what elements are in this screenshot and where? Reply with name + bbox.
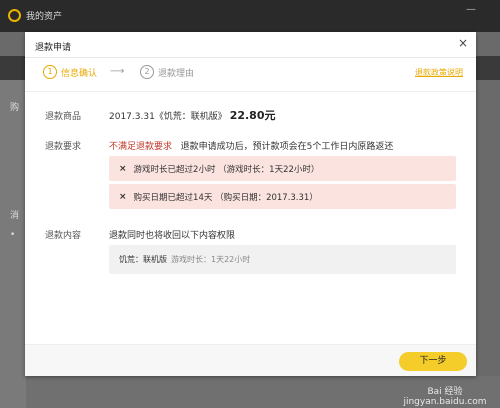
app-logo-icon bbox=[8, 9, 21, 22]
requirement-note: 退款申请成功后，预计款项会在5个工作日内原路返还 bbox=[180, 142, 394, 152]
game-name: 饥荒：联机版 bbox=[119, 255, 167, 264]
step-info-confirm: 1 信息确认 bbox=[43, 65, 97, 79]
refund-policy-link[interactable]: 退款政策说明 bbox=[415, 67, 463, 78]
close-icon: × bbox=[119, 191, 127, 202]
alert-purchase-date: × 购买日期已超过14天 （购买日期：2017.3.31） bbox=[109, 184, 456, 209]
dialog-footer: 下一步 bbox=[25, 345, 476, 376]
app-sidebar: 购 消 • bbox=[0, 80, 26, 408]
divider bbox=[25, 57, 476, 58]
divider bbox=[25, 91, 476, 92]
step-number: 1 bbox=[43, 65, 57, 79]
sidebar-text: 购 bbox=[10, 103, 20, 113]
watermark: Bai 经验 jingyan.baidu.com bbox=[403, 387, 487, 407]
step-number: 2 bbox=[140, 65, 154, 79]
step-label: 信息确认 bbox=[61, 68, 98, 79]
dialog-title: 退款申请 bbox=[35, 43, 72, 53]
requirement-status: 不满足退款要求 bbox=[109, 142, 173, 152]
alert-playtime: × 游戏时长已超过2小时 （游戏时长：1天22小时） bbox=[109, 156, 456, 181]
minimize-button[interactable]: — bbox=[466, 4, 476, 15]
product-name: 2017.3.31《饥荒：联机版》 bbox=[109, 112, 227, 122]
close-icon: × bbox=[119, 163, 127, 174]
close-icon[interactable]: × bbox=[458, 36, 468, 50]
sidebar-text: 消 bbox=[10, 211, 20, 221]
sidebar-bullet: • bbox=[10, 230, 16, 240]
app-titlebar: 我的资产 — bbox=[0, 0, 500, 32]
product-value: 2017.3.31《饥荒：联机版》 22.80元 bbox=[109, 107, 275, 123]
requirement-value: 不满足退款要求 退款申请成功后，预计款项会在5个工作日内原路返还 bbox=[109, 139, 393, 152]
content-item: 饥荒：联机版 游戏时长：1天22小时 bbox=[109, 245, 456, 274]
refund-dialog: 退款申请 × 1 信息确认 ⟶ 2 退款理由 退款政策说明 退款商品 2017.… bbox=[25, 32, 476, 376]
alert-text: 游戏时长已超过2小时 （游戏时长：1天22小时） bbox=[133, 164, 320, 175]
step-refund-reason: 2 退款理由 bbox=[140, 65, 194, 79]
game-playtime: 游戏时长：1天22小时 bbox=[171, 255, 251, 264]
product-label: 退款商品 bbox=[45, 112, 82, 122]
arrow-right-icon: ⟶ bbox=[110, 66, 125, 77]
product-price: 22.80元 bbox=[229, 109, 276, 122]
alert-text: 购买日期已超过14天 （购买日期：2017.3.31） bbox=[133, 192, 318, 203]
next-step-button[interactable]: 下一步 bbox=[399, 352, 467, 371]
content-label: 退款内容 bbox=[45, 231, 82, 241]
requirement-label: 退款要求 bbox=[45, 142, 82, 152]
app-title: 我的资产 bbox=[26, 12, 63, 22]
step-label: 退款理由 bbox=[158, 68, 195, 79]
content-desc: 退款同时也将收回以下内容权限 bbox=[109, 231, 236, 241]
